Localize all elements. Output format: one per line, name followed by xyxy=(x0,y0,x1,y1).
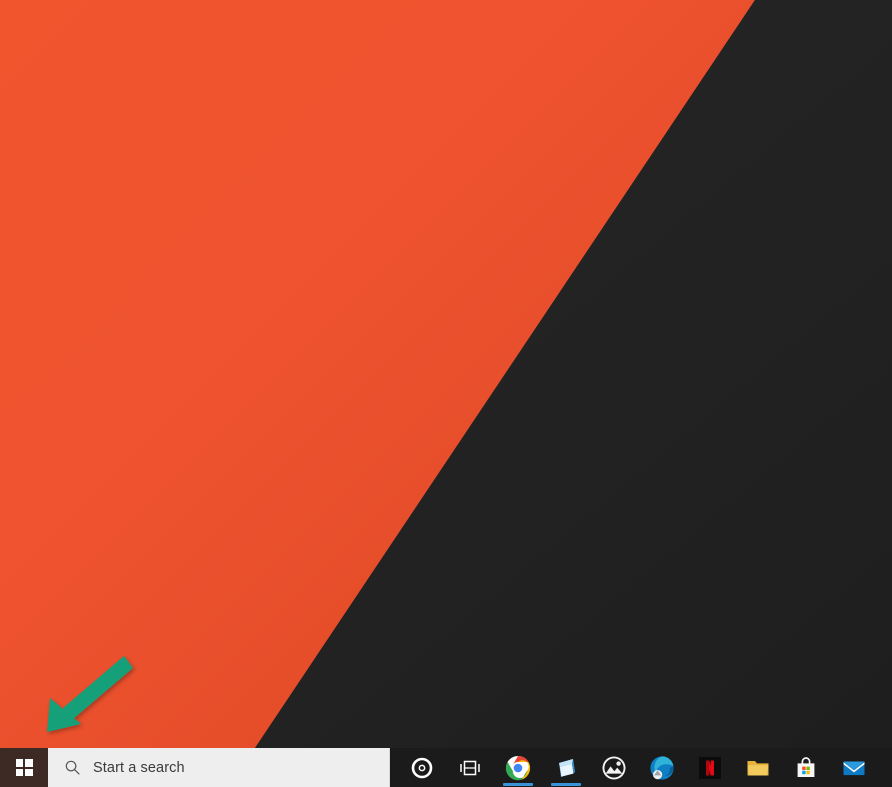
cortana-circle-icon xyxy=(411,757,433,778)
taskbar-item-paint3d[interactable] xyxy=(542,748,590,787)
photos-icon xyxy=(602,756,626,779)
taskbar-item-mail[interactable] xyxy=(830,748,878,787)
taskbar-icon-strip xyxy=(390,748,884,787)
mail-icon xyxy=(843,761,865,775)
file-explorer-icon xyxy=(747,760,769,775)
search-icon xyxy=(65,760,80,775)
search-placeholder-text: Start a search xyxy=(93,759,185,776)
taskbar-item-task-view[interactable] xyxy=(446,748,494,787)
start-button[interactable] xyxy=(0,748,48,787)
taskbar-item-photos[interactable] xyxy=(590,748,638,787)
chrome-icon xyxy=(505,755,531,780)
taskbar-item-netflix[interactable] xyxy=(686,748,734,787)
desktop-screen: Start a search xyxy=(0,0,892,787)
paint3d-icon xyxy=(559,758,575,777)
taskbar-item-microsoft-store[interactable] xyxy=(782,748,830,787)
microsoft-store-icon xyxy=(797,756,815,777)
windows-logo-icon xyxy=(15,759,33,776)
taskbar-item-cortana[interactable] xyxy=(398,748,446,787)
taskbar-item-edge[interactable] xyxy=(638,748,686,787)
taskbar: Start a search xyxy=(0,748,892,787)
taskbar-item-chrome[interactable] xyxy=(494,748,542,787)
system-tray[interactable] xyxy=(884,748,892,787)
task-view-icon xyxy=(460,760,480,775)
search-input[interactable]: Start a search xyxy=(48,748,390,787)
desktop-wallpaper[interactable] xyxy=(0,0,892,748)
taskbar-item-file-explorer[interactable] xyxy=(734,748,782,787)
edge-icon xyxy=(650,755,674,780)
netflix-icon xyxy=(699,756,721,779)
